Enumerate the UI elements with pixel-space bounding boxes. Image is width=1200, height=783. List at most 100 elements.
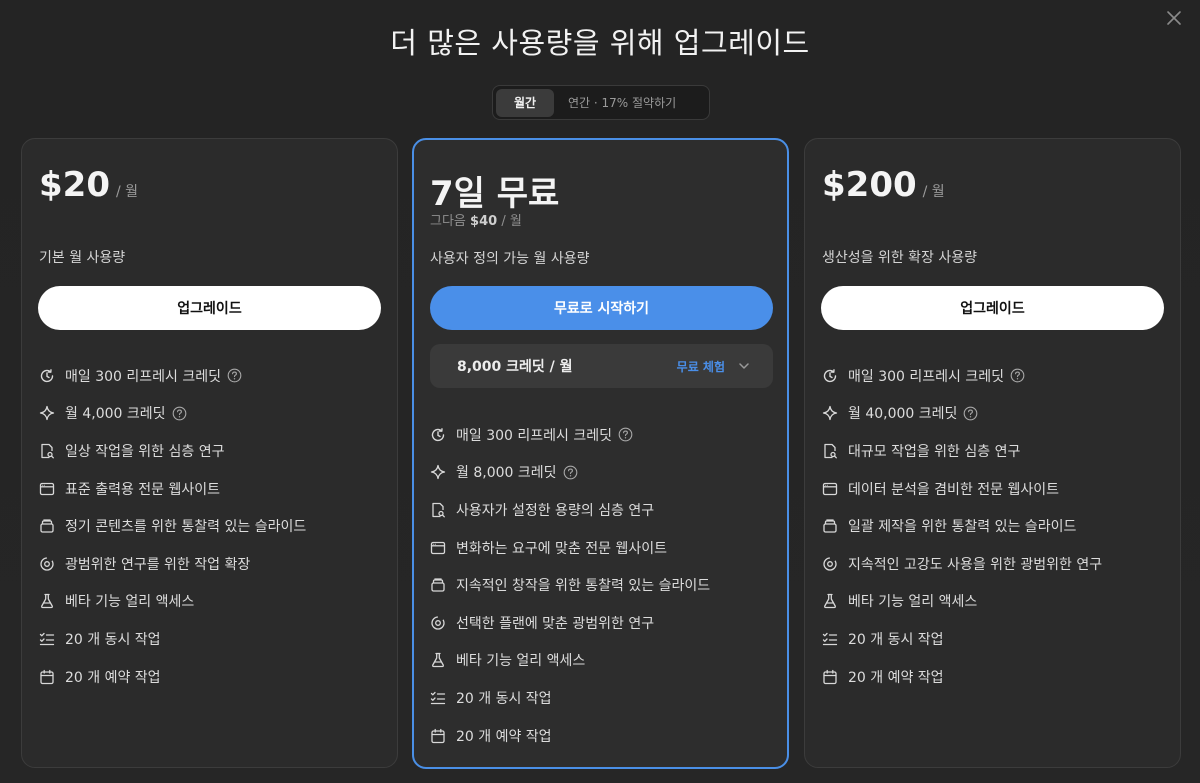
refresh-icon: [430, 427, 446, 443]
refresh-icon: [39, 368, 55, 384]
feature-item: 지속적인 고강도 사용을 위한 광범위한 연구: [822, 545, 1102, 583]
feature-text: 월 4,000 크레딧: [65, 406, 166, 423]
feature-item: 20 개 동시 작업: [822, 620, 1102, 658]
feature-item: 매일 300 리프레시 크레딧: [430, 416, 710, 454]
feature-text: 지속적인 고강도 사용을 위한 광범위한 연구: [848, 556, 1103, 573]
toggle-monthly[interactable]: 월간: [496, 88, 554, 117]
after-trial-price: 그다음 $40 / 월: [430, 210, 522, 229]
feature-item: 선택한 플랜에 맞춘 광범위한 연구: [430, 604, 710, 642]
feature-item: 대규모 작업을 위한 심층 연구: [822, 432, 1102, 470]
after-period: / 월: [501, 214, 522, 229]
calendar-icon: [39, 669, 55, 685]
feature-item: 데이터 분석을 겸비한 전문 웹사이트: [822, 470, 1102, 508]
after-price: $40: [470, 214, 498, 229]
feature-text: 사용자가 설정한 용량의 심층 연구: [456, 502, 655, 519]
sparkle-icon: [430, 464, 446, 480]
plan-price: 7일 무료: [430, 174, 560, 214]
feature-text: 매일 300 리프레시 크레딧: [456, 427, 612, 444]
help-icon[interactable]: [172, 406, 187, 421]
feature-item: 20 개 예약 작업: [39, 658, 306, 696]
feature-text: 일상 작업을 위한 심층 연구: [65, 443, 225, 460]
plan-description: 사용자 정의 가능 월 사용량: [430, 251, 590, 267]
feature-item: 20 개 예약 작업: [822, 658, 1102, 696]
feature-text: 광범위한 연구를 위한 작업 확장: [65, 556, 251, 573]
expand-icon: [39, 556, 55, 572]
help-icon[interactable]: [963, 406, 978, 421]
checklist-icon: [39, 631, 55, 647]
browser-icon: [430, 540, 446, 556]
toggle-yearly[interactable]: 연간 · 17% 절약하기: [554, 89, 688, 117]
start-free-button[interactable]: 무료로 시작하기: [430, 286, 773, 330]
plan-period: / 월: [115, 184, 139, 200]
feature-text: 데이터 분석을 겸비한 전문 웹사이트: [848, 481, 1059, 498]
feature-item: 베타 기능 얼리 액세스: [430, 642, 710, 680]
feature-item: 변화하는 요구에 맞춘 전문 웹사이트: [430, 529, 710, 567]
feature-text: 지속적인 창작을 위한 통찰력 있는 슬라이드: [456, 578, 711, 595]
feature-text: 매일 300 리프레시 크레딧: [848, 368, 1004, 385]
expand-icon: [430, 615, 446, 631]
checklist-icon: [822, 631, 838, 647]
expand-icon: [822, 556, 838, 572]
price-row: $200 / 월: [822, 165, 945, 205]
plan-description: 기본 월 사용량: [39, 250, 126, 266]
plan-card-pro: $200 / 월 생산성을 위한 확장 사용량 업그레이드 매일 300 리프레…: [804, 138, 1181, 768]
feature-text: 20 개 동시 작업: [848, 631, 944, 648]
feature-text: 변화하는 요구에 맞춘 전문 웹사이트: [456, 540, 667, 557]
flask-icon: [822, 593, 838, 609]
feature-item: 지속적인 창작을 위한 통찰력 있는 슬라이드: [430, 566, 710, 604]
feature-text: 20 개 동시 작업: [456, 690, 552, 707]
help-icon[interactable]: [563, 465, 578, 480]
upgrade-button[interactable]: 업그레이드: [38, 286, 381, 330]
feature-text: 매일 300 리프레시 크레딧: [65, 368, 221, 385]
page-title: 더 많은 사용량을 위해 업그레이드: [390, 26, 810, 60]
feature-item: 베타 기능 얼리 액세스: [39, 583, 306, 621]
browser-icon: [39, 481, 55, 497]
help-icon[interactable]: [1010, 368, 1025, 383]
help-icon[interactable]: [618, 427, 633, 442]
feature-item: 일상 작업을 위한 심층 연구: [39, 432, 306, 470]
credit-select-value: 8,000 크레딧 / 월: [457, 359, 573, 375]
feature-item: 일괄 제작을 위한 통찰력 있는 슬라이드: [822, 507, 1102, 545]
feature-text: 20 개 예약 작업: [65, 669, 161, 686]
upgrade-button[interactable]: 업그레이드: [821, 286, 1164, 330]
feature-text: 일괄 제작을 위한 통찰력 있는 슬라이드: [848, 519, 1077, 536]
credit-select[interactable]: 8,000 크레딧 / 월 무료 체험: [430, 344, 773, 388]
feature-item: 광범위한 연구를 위한 작업 확장: [39, 545, 306, 583]
chevron-down-icon: [737, 359, 751, 373]
plan-period: / 월: [922, 184, 945, 200]
feature-item: 20 개 동시 작업: [430, 679, 710, 717]
feature-text: 베타 기능 얼리 액세스: [848, 594, 978, 611]
feature-text: 정기 콘텐츠를 위한 통찰력 있는 슬라이드: [65, 519, 307, 536]
plan-card-trial: 7일 무료 그다음 $40 / 월 사용자 정의 가능 월 사용량 무료로 시작…: [412, 138, 789, 769]
calendar-icon: [430, 728, 446, 744]
slides-icon: [822, 518, 838, 534]
help-icon[interactable]: [227, 368, 242, 383]
free-trial-badge: 무료 체험: [676, 359, 725, 374]
feature-text: 20 개 예약 작업: [456, 728, 552, 745]
flask-icon: [39, 593, 55, 609]
feature-item: 베타 기능 얼리 액세스: [822, 583, 1102, 621]
doc-search-icon: [822, 443, 838, 459]
after-prefix: 그다음: [430, 214, 466, 229]
sparkle-icon: [39, 405, 55, 421]
feature-text: 베타 기능 얼리 액세스: [65, 594, 195, 611]
plan-description: 생산성을 위한 확장 사용량: [822, 250, 978, 266]
browser-icon: [822, 481, 838, 497]
feature-item: 20 개 동시 작업: [39, 620, 306, 658]
price-row: $20 / 월: [39, 165, 138, 205]
feature-item: 정기 콘텐츠를 위한 통찰력 있는 슬라이드: [39, 507, 306, 545]
feature-text: 월 8,000 크레딧: [456, 465, 557, 482]
feature-list: 매일 300 리프레시 크레딧월 8,000 크레딧사용자가 설정한 용량의 심…: [430, 416, 710, 754]
slides-icon: [430, 577, 446, 593]
feature-text: 대규모 작업을 위한 심층 연구: [848, 443, 1021, 460]
feature-text: 표준 출력용 전문 웹사이트: [65, 481, 221, 498]
doc-search-icon: [39, 443, 55, 459]
feature-text: 베타 기능 얼리 액세스: [456, 653, 586, 670]
sparkle-icon: [822, 405, 838, 421]
plan-card-basic: $20 / 월 기본 월 사용량 업그레이드 매일 300 리프레시 크레딧월 …: [21, 138, 398, 768]
calendar-icon: [822, 669, 838, 685]
plan-price: $20: [39, 165, 110, 205]
feature-item: 사용자가 설정한 용량의 심층 연구: [430, 491, 710, 529]
plan-price: $200: [822, 165, 917, 205]
feature-text: 선택한 플랜에 맞춘 광범위한 연구: [456, 615, 655, 632]
